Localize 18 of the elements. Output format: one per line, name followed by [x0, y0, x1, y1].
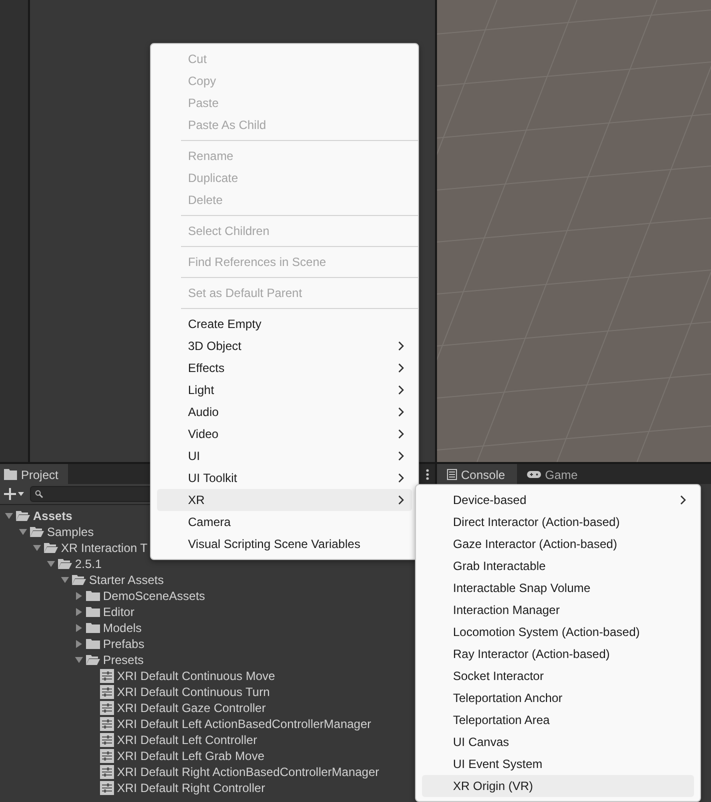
asset-name: XRI Default Continuous Turn [117, 685, 270, 699]
asset-name: DemoSceneAssets [103, 589, 206, 603]
asset-name: Models [103, 621, 142, 635]
asset-name: Samples [47, 525, 94, 539]
asset-name: XRI Default Left Grab Move [117, 749, 264, 763]
asset-name: Prefabs [103, 637, 144, 651]
asset-name: Presets [103, 653, 144, 667]
asset-name: XRI Default Continuous Move [117, 669, 276, 683]
asset-name: Editor [103, 605, 134, 619]
asset-name: XRI Default Gaze Controller [117, 701, 266, 715]
asset-name: XRI Default Right ActionBasedControllerManager [117, 765, 380, 779]
asset-name: 2.5.1 [75, 557, 102, 571]
asset-name: Assets [33, 509, 72, 523]
asset-name: XRI Default Right Controller [117, 781, 266, 795]
asset-name: XRI Default Left ActionBasedControllerManager [117, 717, 372, 731]
asset-name: Starter Assets [89, 573, 164, 587]
asset-name: XR Interaction T [61, 541, 148, 555]
asset-name: XRI Default Left Controller [117, 733, 258, 747]
